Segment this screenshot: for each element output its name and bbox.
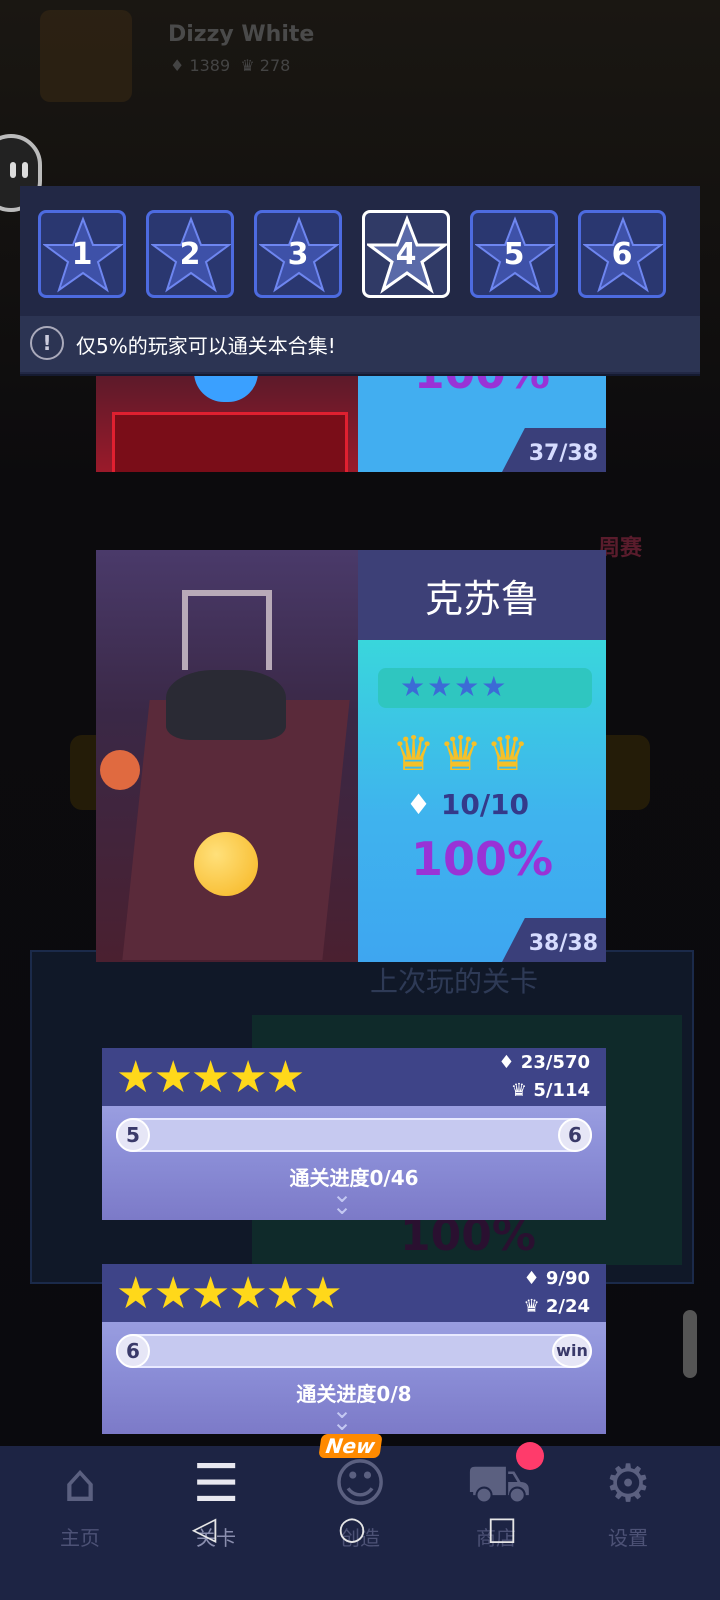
notice-text: 仅5%的玩家可以通关本合集!: [76, 334, 336, 358]
diamond-count: 9/90: [545, 1268, 590, 1289]
home-circle-icon[interactable]: ○: [332, 1508, 372, 1548]
chapter-number: 6: [611, 237, 633, 272]
chapter-chip-3[interactable]: 3: [254, 210, 342, 298]
tile-platform: [112, 412, 348, 472]
new-badge: New: [318, 1434, 383, 1458]
crown-stat: ♛ 2/24: [523, 1296, 590, 1317]
prev-level-art[interactable]: [96, 372, 358, 472]
diamond-icon: ♦: [170, 56, 185, 75]
level-art[interactable]: [96, 550, 358, 962]
level-percent: 100%: [410, 832, 554, 886]
crown-icon: ♛: [510, 1080, 534, 1101]
chevron-down-icon[interactable]: ⌄ ⌄: [332, 1398, 352, 1434]
track-start-node: 6: [116, 1334, 150, 1368]
crown-count: 5/114: [533, 1080, 590, 1101]
progress-label: 通关进度0/8: [296, 1382, 412, 1406]
star-rating: ★★★★★★: [116, 1268, 343, 1319]
chapter-number: 2: [179, 237, 201, 272]
diamond-count: 23/570: [520, 1052, 590, 1073]
track-end-node: 6: [558, 1118, 592, 1152]
back-icon[interactable]: ◁: [184, 1508, 224, 1548]
profile-name: Dizzy White: [168, 22, 315, 47]
progress-label: 通关进度0/46: [289, 1166, 419, 1190]
chapter-number: 4: [395, 237, 417, 272]
level-stats-panel: ★★★★ ♛♛♛ ♦ 10/10 100% 38/38: [358, 640, 606, 962]
crowns-earned: ♛♛♛: [392, 726, 534, 782]
track-start-node: 5: [116, 1118, 150, 1152]
crown-stat: ♛ 5/114: [511, 1080, 590, 1101]
diamond-icon: ♦: [406, 788, 432, 821]
diamond-stat: ♦ 9/90: [523, 1268, 590, 1289]
progress-track: 6 win: [116, 1334, 592, 1368]
level-title-box: 克苏鲁: [358, 550, 606, 640]
profile-crowns: 278: [259, 56, 291, 75]
progress-card-6[interactable]: ★★★★★★ ♦ 9/90 ♛ 2/24 6 win 通关进度0/8 ⌄ ⌄: [102, 1264, 606, 1434]
progress-header: ★★★★★ ♦ 23/570 ♛ 5/114: [102, 1048, 606, 1106]
prev-level-count: 37/38: [528, 441, 598, 466]
chapter-chip-1[interactable]: 1: [38, 210, 126, 298]
system-nav-bar: ◁ ○ □: [0, 1496, 720, 1566]
exclamation-icon: !: [30, 326, 64, 360]
chapter-number: 3: [287, 237, 309, 272]
diamond-stat: ♦ 23/570: [498, 1052, 590, 1073]
chapter-chip-5[interactable]: 5: [470, 210, 558, 298]
chapter-number: 1: [71, 237, 93, 272]
chapter-number: 5: [503, 237, 525, 272]
profile-avatar: [40, 10, 132, 102]
profile-stats: ♦ 1389 ♛ 278: [170, 56, 290, 75]
crown-icon: ♛: [235, 56, 255, 75]
level-info[interactable]: 克苏鲁 ★★★★ ♛♛♛ ♦ 10/10 100% 38/38: [358, 550, 606, 962]
chevron-down-icon[interactable]: ⌄ ⌄: [332, 1182, 352, 1218]
chapter-chip-6[interactable]: 6: [578, 210, 666, 298]
recents-icon[interactable]: □: [482, 1508, 522, 1548]
notification-dot: [516, 1442, 544, 1470]
chapter-selector: 1 2 3 4 5 6 ! 仅5%的玩家可以通关本合集!: [20, 186, 700, 376]
progress-header: ★★★★★★ ♦ 9/90 ♛ 2/24: [102, 1264, 606, 1322]
difficulty-stars: ★★★★: [400, 670, 509, 703]
level-title: 克苏鲁: [424, 577, 539, 621]
progress-track: 5 6: [116, 1118, 592, 1152]
crown-icon: ♛: [523, 1296, 546, 1317]
stone-gate: [182, 590, 272, 670]
prev-level-info[interactable]: 100% 37/38: [358, 348, 606, 472]
track-end-node: win: [552, 1334, 592, 1368]
last-played-title: 上次玩的关卡: [370, 965, 539, 998]
chapter-chip-2[interactable]: 2: [146, 210, 234, 298]
scrollbar-thumb[interactable]: [683, 1310, 697, 1378]
chapter-chip-4[interactable]: 4: [362, 210, 450, 298]
notice-bar: ! 仅5%的玩家可以通关本合集!: [20, 316, 700, 372]
profile-diamonds: 1389: [189, 56, 231, 75]
moth-creature: [166, 670, 286, 740]
crown-count: 2/24: [545, 1296, 590, 1317]
difficulty-bar: ★★★★: [378, 668, 592, 708]
star-rating: ★★★★★: [116, 1052, 305, 1103]
diamond-icon: ♦: [523, 1268, 546, 1289]
ball: [194, 832, 258, 896]
tentacle: [100, 750, 140, 790]
diamond-count: 10/10: [440, 788, 530, 821]
progress-card-5[interactable]: ★★★★★ ♦ 23/570 ♛ 5/114 5 6 通关进度0/46 ⌄ ⌄: [102, 1048, 606, 1220]
diamond-icon: ♦: [498, 1052, 521, 1073]
pause-icon-bar: [10, 162, 16, 178]
diamond-progress: ♦ 10/10: [406, 788, 529, 821]
level-count: 38/38: [528, 931, 598, 956]
pause-icon-bar: [22, 162, 28, 178]
ball: [194, 372, 258, 402]
